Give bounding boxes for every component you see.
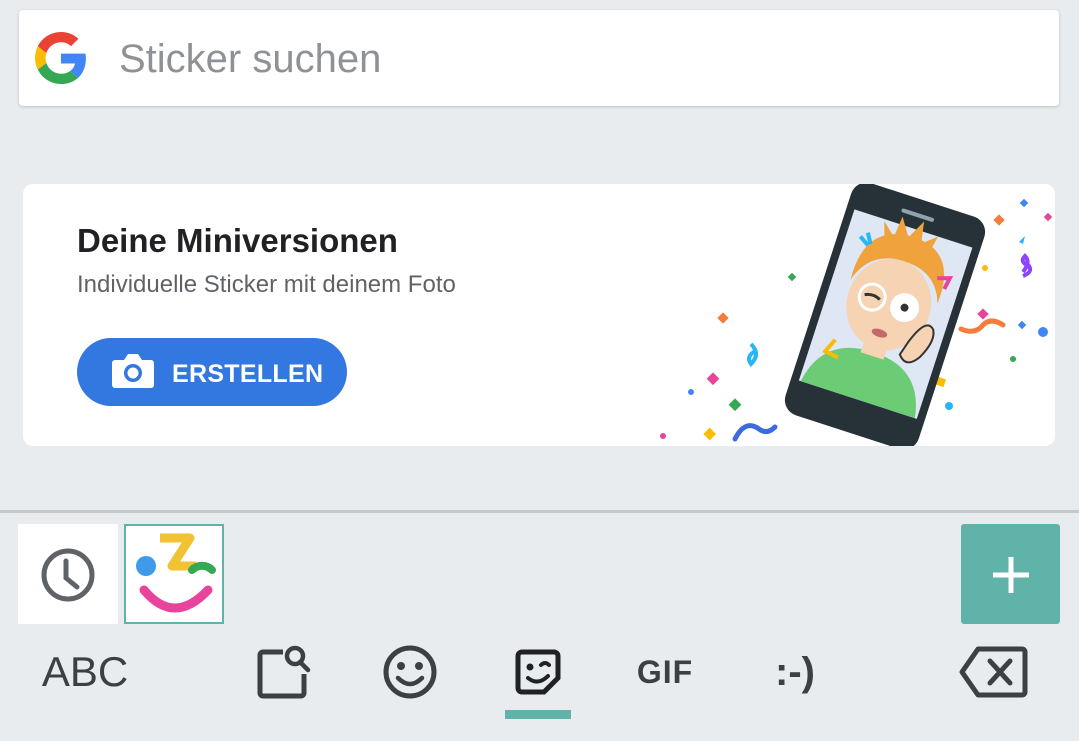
- abc-keyboard-button[interactable]: ABC: [30, 640, 140, 704]
- minis-selfie-illustration: [660, 184, 1053, 446]
- minis-pack-icon: [136, 533, 216, 613]
- clock-icon: [41, 548, 95, 602]
- create-button[interactable]: ERSTELLEN: [77, 338, 347, 406]
- promo-subtitle: Individuelle Sticker mit deinem Foto: [77, 271, 456, 298]
- backspace-button[interactable]: [955, 640, 1031, 704]
- sticker-tab[interactable]: [506, 640, 570, 704]
- keyboard-divider: [0, 510, 1079, 513]
- sticker-search-input[interactable]: [117, 32, 1021, 86]
- sticker-icon: [515, 649, 561, 695]
- gif-tab[interactable]: GIF: [625, 640, 705, 704]
- camera-icon: [112, 354, 154, 388]
- plus-icon: [993, 557, 1029, 593]
- smiley-icon: [383, 645, 437, 699]
- google-icon: [35, 32, 86, 84]
- add-sticker-button[interactable]: [961, 524, 1060, 624]
- sticker-search-bar[interactable]: [19, 10, 1059, 106]
- recent-stickers-tab[interactable]: [18, 524, 118, 624]
- minis-promo-card: Deine Miniversionen Individuelle Sticker…: [23, 184, 1055, 446]
- emoji-tab[interactable]: [378, 640, 442, 704]
- promo-title: Deine Miniversionen: [77, 222, 398, 259]
- sticker-search-tab[interactable]: [248, 640, 318, 704]
- backspace-icon: [959, 646, 1028, 698]
- active-tab-indicator: [505, 710, 571, 719]
- create-button-label: ERSTELLEN: [172, 360, 324, 388]
- image-search-icon: [257, 645, 311, 699]
- minis-sticker-pack-tab[interactable]: [124, 524, 224, 624]
- emoticon-tab[interactable]: :-): [750, 640, 840, 704]
